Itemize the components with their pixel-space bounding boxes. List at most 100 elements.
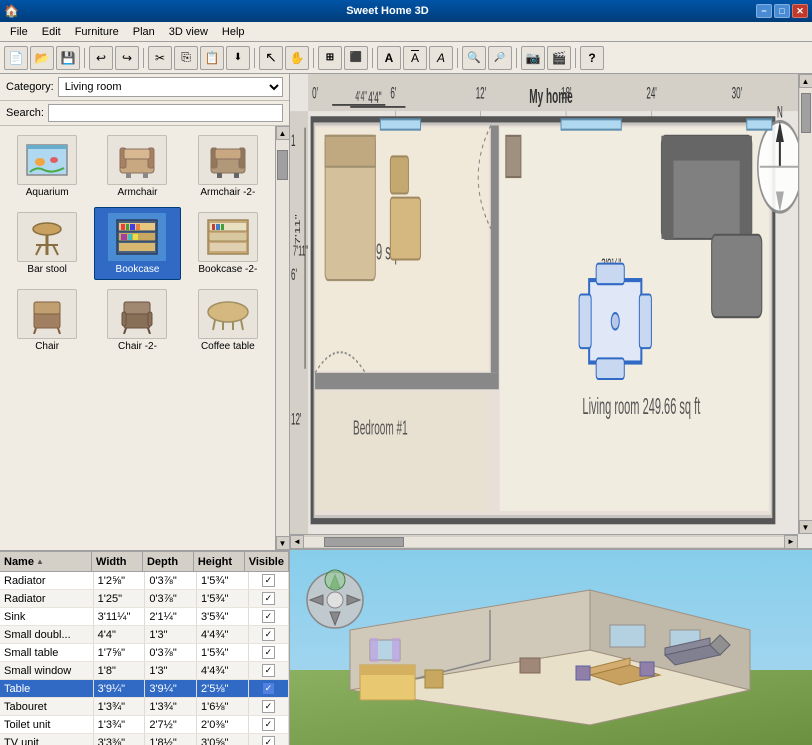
- check-icon[interactable]: ✓: [262, 700, 275, 713]
- td-visible[interactable]: ✓: [249, 590, 289, 607]
- table-row[interactable]: Toilet unit 1'3¾" 2'7½" 2'0⅜" ✓: [0, 716, 289, 734]
- td-visible[interactable]: ✓: [249, 608, 289, 625]
- open-button[interactable]: 📂: [30, 46, 54, 70]
- search-input[interactable]: [48, 104, 283, 122]
- check-icon[interactable]: ✓: [262, 646, 275, 659]
- scroll-down[interactable]: ▼: [276, 536, 290, 550]
- maximize-button[interactable]: □: [774, 4, 790, 18]
- furniture-item-barstool[interactable]: Bar stool: [4, 207, 90, 280]
- menu-plan[interactable]: Plan: [127, 24, 161, 40]
- check-icon[interactable]: ✓: [262, 664, 275, 677]
- photo-button[interactable]: 📷: [521, 46, 545, 70]
- svg-text:7'11": 7'11": [293, 244, 308, 259]
- th-depth[interactable]: Depth: [143, 552, 194, 571]
- td-visible[interactable]: ✓: [249, 662, 289, 679]
- furniture-item-armchair[interactable]: Armchair: [94, 130, 180, 203]
- new-button[interactable]: 📄: [4, 46, 28, 70]
- furniture-item-coffee[interactable]: Coffee table: [185, 284, 271, 357]
- table-row[interactable]: Tabouret 1'3¾" 1'3¾" 1'6⅛" ✓: [0, 698, 289, 716]
- menu-file[interactable]: File: [4, 24, 34, 40]
- hscroll-bar[interactable]: ◄ ►: [290, 534, 798, 548]
- vscroll-bar[interactable]: ▲ ▼: [798, 74, 812, 534]
- search-label: Search:: [6, 107, 44, 119]
- close-button[interactable]: ✕: [792, 4, 808, 18]
- video-button[interactable]: 🎬: [547, 46, 571, 70]
- check-icon[interactable]: ✓: [262, 574, 275, 587]
- td-visible[interactable]: ✓: [249, 626, 289, 643]
- table-row-selected[interactable]: Table 3'9¼" 3'9¼" 2'5⅛" ✓: [0, 680, 289, 698]
- furniture-scrollbar[interactable]: ▲ ▼: [275, 126, 289, 550]
- wall-button[interactable]: ⊞: [318, 46, 342, 70]
- menu-edit[interactable]: Edit: [36, 24, 67, 40]
- td-height: 4'4¾": [197, 662, 249, 679]
- vscroll-down[interactable]: ▼: [799, 520, 812, 534]
- td-width: 1'7⅝": [94, 644, 146, 661]
- td-visible[interactable]: ✓: [249, 716, 289, 733]
- copy-button[interactable]: ⎘: [174, 46, 198, 70]
- furniture-item-bookcase2[interactable]: Bookcase -2-: [185, 207, 271, 280]
- save-button[interactable]: 💾: [56, 46, 80, 70]
- sep3: [254, 48, 255, 68]
- undo-button[interactable]: ↩: [89, 46, 113, 70]
- th-visible[interactable]: Visible: [245, 552, 289, 571]
- redo-button[interactable]: ↪: [115, 46, 139, 70]
- check-icon[interactable]: ✓: [262, 610, 275, 623]
- menu-help[interactable]: Help: [216, 24, 251, 40]
- paste-button[interactable]: 📋: [200, 46, 224, 70]
- vscroll-thumb[interactable]: [801, 93, 811, 133]
- furniture-item-armchair2[interactable]: Armchair -2-: [185, 130, 271, 203]
- floorplan-area[interactable]: 0' 6' 12' 18' 24' 30' 4'4" My home 1 6' …: [290, 74, 812, 550]
- check-icon[interactable]: ✓: [262, 682, 275, 695]
- hscroll-thumb[interactable]: [324, 537, 404, 547]
- pan-button[interactable]: ✋: [285, 46, 309, 70]
- zoom-out-button[interactable]: 🔎: [488, 46, 512, 70]
- table-row[interactable]: Small table 1'7⅝" 0'3⅞" 1'5¾" ✓: [0, 644, 289, 662]
- td-visible[interactable]: ✓: [249, 644, 289, 661]
- bottom-split: Name ▲ Width Depth Height Visible Radiat…: [0, 550, 812, 745]
- hscroll-left[interactable]: ◄: [290, 535, 304, 549]
- zoom-in-button[interactable]: 🔍: [462, 46, 486, 70]
- view-3d[interactable]: [290, 550, 812, 745]
- furniture-item-chair[interactable]: Chair: [4, 284, 90, 357]
- furniture-item-aquarium[interactable]: Aquarium: [4, 130, 90, 203]
- chair-icon: [17, 289, 77, 339]
- td-visible[interactable]: ✓: [249, 572, 289, 589]
- furniture-item-bookcase[interactable]: Bookcase: [94, 207, 180, 280]
- menu-furniture[interactable]: Furniture: [69, 24, 125, 40]
- text-a2-button[interactable]: A: [403, 46, 427, 70]
- help-button[interactable]: ?: [580, 46, 604, 70]
- furniture-item-chair2[interactable]: Chair -2-: [94, 284, 180, 357]
- text-a3-button[interactable]: A: [429, 46, 453, 70]
- check-icon[interactable]: ✓: [262, 628, 275, 641]
- scroll-up[interactable]: ▲: [276, 126, 290, 140]
- check-icon[interactable]: ✓: [262, 718, 275, 731]
- chair-label: Chair: [35, 341, 59, 352]
- td-visible[interactable]: ✓: [249, 680, 289, 697]
- td-visible[interactable]: ✓: [249, 698, 289, 715]
- menu-3dview[interactable]: 3D view: [163, 24, 214, 40]
- table-row[interactable]: TV unit 3'3⅜" 1'8½" 3'0⅝" ✓: [0, 734, 289, 745]
- table-row[interactable]: Sink 3'11¼" 2'1¼" 3'5¾" ✓: [0, 608, 289, 626]
- table-row[interactable]: Radiator 1'2⅝" 0'3⅞" 1'5¾" ✓: [0, 572, 289, 590]
- table-row[interactable]: Small doubl... 4'4" 1'3" 4'4¾" ✓: [0, 626, 289, 644]
- text-a-button[interactable]: A: [377, 46, 401, 70]
- bookcase2-label: Bookcase -2-: [198, 264, 257, 275]
- cut-button[interactable]: ✂: [148, 46, 172, 70]
- table-row[interactable]: Small window 1'8" 1'3" 4'4¾" ✓: [0, 662, 289, 680]
- select-button[interactable]: ↖: [259, 46, 283, 70]
- vscroll-up[interactable]: ▲: [799, 74, 812, 88]
- chair2-icon: [107, 289, 167, 339]
- th-height[interactable]: Height: [194, 552, 245, 571]
- check-icon[interactable]: ✓: [262, 592, 275, 605]
- td-visible[interactable]: ✓: [249, 734, 289, 745]
- th-width[interactable]: Width: [92, 552, 143, 571]
- hscroll-right[interactable]: ►: [784, 535, 798, 549]
- table-row[interactable]: Radiator 1'25" 0'3⅞" 1'5¾" ✓: [0, 590, 289, 608]
- minimize-button[interactable]: −: [756, 4, 772, 18]
- category-select[interactable]: Living room Bedroom Kitchen Bathroom Off…: [58, 77, 283, 97]
- import-button[interactable]: ⬇: [226, 46, 250, 70]
- room-button[interactable]: ⬛: [344, 46, 368, 70]
- scroll-thumb[interactable]: [277, 150, 288, 180]
- th-name[interactable]: Name ▲: [0, 552, 92, 571]
- check-icon[interactable]: ✓: [262, 736, 275, 745]
